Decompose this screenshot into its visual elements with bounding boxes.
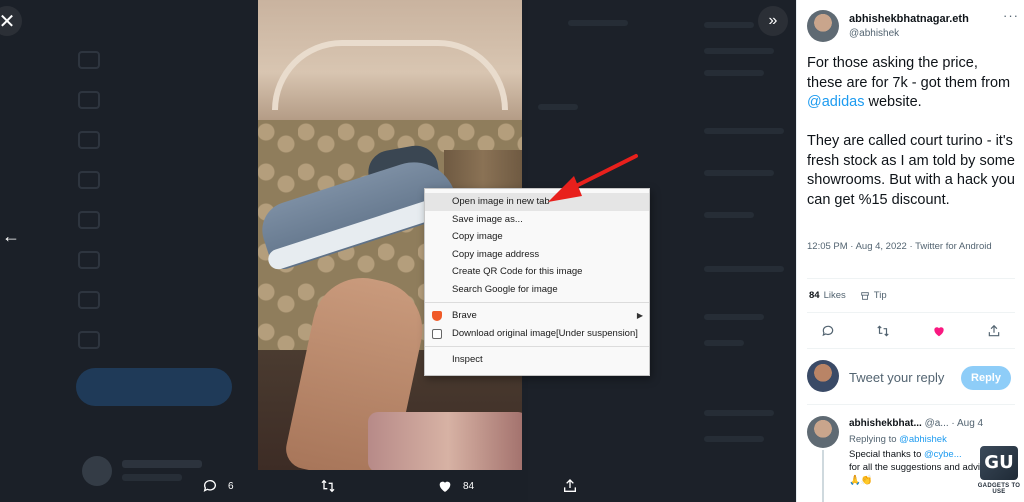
retweet-icon <box>321 479 335 493</box>
menu-separator <box>425 302 649 303</box>
tweet-timestamp[interactable]: 12:05 PM · Aug 4, 2022 · Twitter for And… <box>807 240 1017 254</box>
menu-save-image-as[interactable]: Save image as... <box>425 211 649 229</box>
tweet-detail-panel: abhishekbhatnagar.eth @abhishek ··· For … <box>796 0 1024 502</box>
background-tweet-button <box>76 368 232 406</box>
author-avatar[interactable] <box>807 10 839 42</box>
share-icon[interactable] <box>987 324 1001 338</box>
divider <box>807 348 1015 349</box>
menu-separator <box>425 346 649 347</box>
close-icon[interactable]: ✕ <box>0 6 22 36</box>
reply-author-name[interactable]: abhishekbhat... <box>849 418 922 429</box>
menu-brave[interactable]: Brave ▶ <box>425 307 649 325</box>
retweet-icon[interactable] <box>876 324 890 338</box>
tweet-action-bar <box>821 324 1001 338</box>
reply-author-avatar[interactable] <box>807 416 839 448</box>
share-action[interactable] <box>562 478 588 494</box>
reply-author-handle[interactable]: @a... <box>925 418 949 429</box>
previous-arrow-icon[interactable]: ← <box>2 226 20 247</box>
reply-date[interactable]: · Aug 4 <box>951 418 983 429</box>
menu-copy-image-address[interactable]: Copy image address <box>425 246 649 264</box>
menu-open-image-new-tab[interactable]: Open image in new tab <box>425 193 649 211</box>
menu-copy-image[interactable]: Copy image <box>425 228 649 246</box>
author-name[interactable]: abhishekbhatnagar.eth <box>849 13 969 25</box>
thread-line <box>822 450 824 502</box>
tip-icon <box>861 291 869 300</box>
menu-search-google-image[interactable]: Search Google for image <box>425 281 649 299</box>
menu-create-qr-code[interactable]: Create QR Code for this image <box>425 263 649 281</box>
heart-icon[interactable] <box>932 324 946 338</box>
brave-icon <box>432 311 442 321</box>
divider <box>807 312 1015 313</box>
reply-header: abhishekbhat... @a... · Aug 4 <box>849 418 983 429</box>
comment-icon <box>203 480 216 492</box>
reply-action[interactable]: 6 <box>202 478 234 494</box>
tip-button[interactable]: Tip <box>860 290 887 301</box>
tweet-stats: 84 Likes Tip <box>809 290 887 301</box>
retweet-action[interactable] <box>320 478 346 494</box>
replying-to: Replying to @abhishek <box>849 434 947 445</box>
submenu-arrow-icon: ▶ <box>636 311 643 320</box>
replying-handle[interactable]: @abhishek <box>899 434 947 445</box>
menu-download-original[interactable]: Download original image[Under suspension… <box>425 325 649 343</box>
reply-mention[interactable]: @cybe... <box>924 449 962 460</box>
like-count: 84 <box>463 480 475 492</box>
divider <box>807 278 1015 279</box>
current-user-avatar <box>807 360 839 392</box>
reply-count: 6 <box>228 480 234 492</box>
expand-panel-icon[interactable]: » <box>758 6 788 36</box>
media-lightbox: ✕ » ← 6 84 Open image in new tab Save im… <box>0 0 796 502</box>
extension-icon <box>432 328 442 339</box>
tweet-text: For those asking the price, these are fo… <box>807 55 1015 208</box>
reply-button[interactable]: Reply <box>961 366 1011 390</box>
likes-count[interactable]: 84 <box>809 290 820 301</box>
share-icon <box>564 479 576 492</box>
heart-icon <box>439 481 451 492</box>
author-handle[interactable]: @abhishek <box>849 28 899 39</box>
watermark-logo: GU GADGETS TO USE <box>976 446 1022 500</box>
context-menu: Open image in new tab Save image as... C… <box>424 188 650 376</box>
comment-icon[interactable] <box>821 324 835 338</box>
more-options-icon[interactable]: ··· <box>1003 8 1019 23</box>
likes-label[interactable]: Likes <box>824 290 846 301</box>
mention-link[interactable]: @adidas <box>807 94 864 110</box>
like-action[interactable]: 84 <box>437 478 474 494</box>
reply-input[interactable]: Tweet your reply <box>849 370 944 385</box>
background-sidebar <box>78 40 248 360</box>
menu-inspect[interactable]: Inspect <box>425 351 649 369</box>
divider <box>807 404 1015 405</box>
background-avatar <box>82 456 112 486</box>
